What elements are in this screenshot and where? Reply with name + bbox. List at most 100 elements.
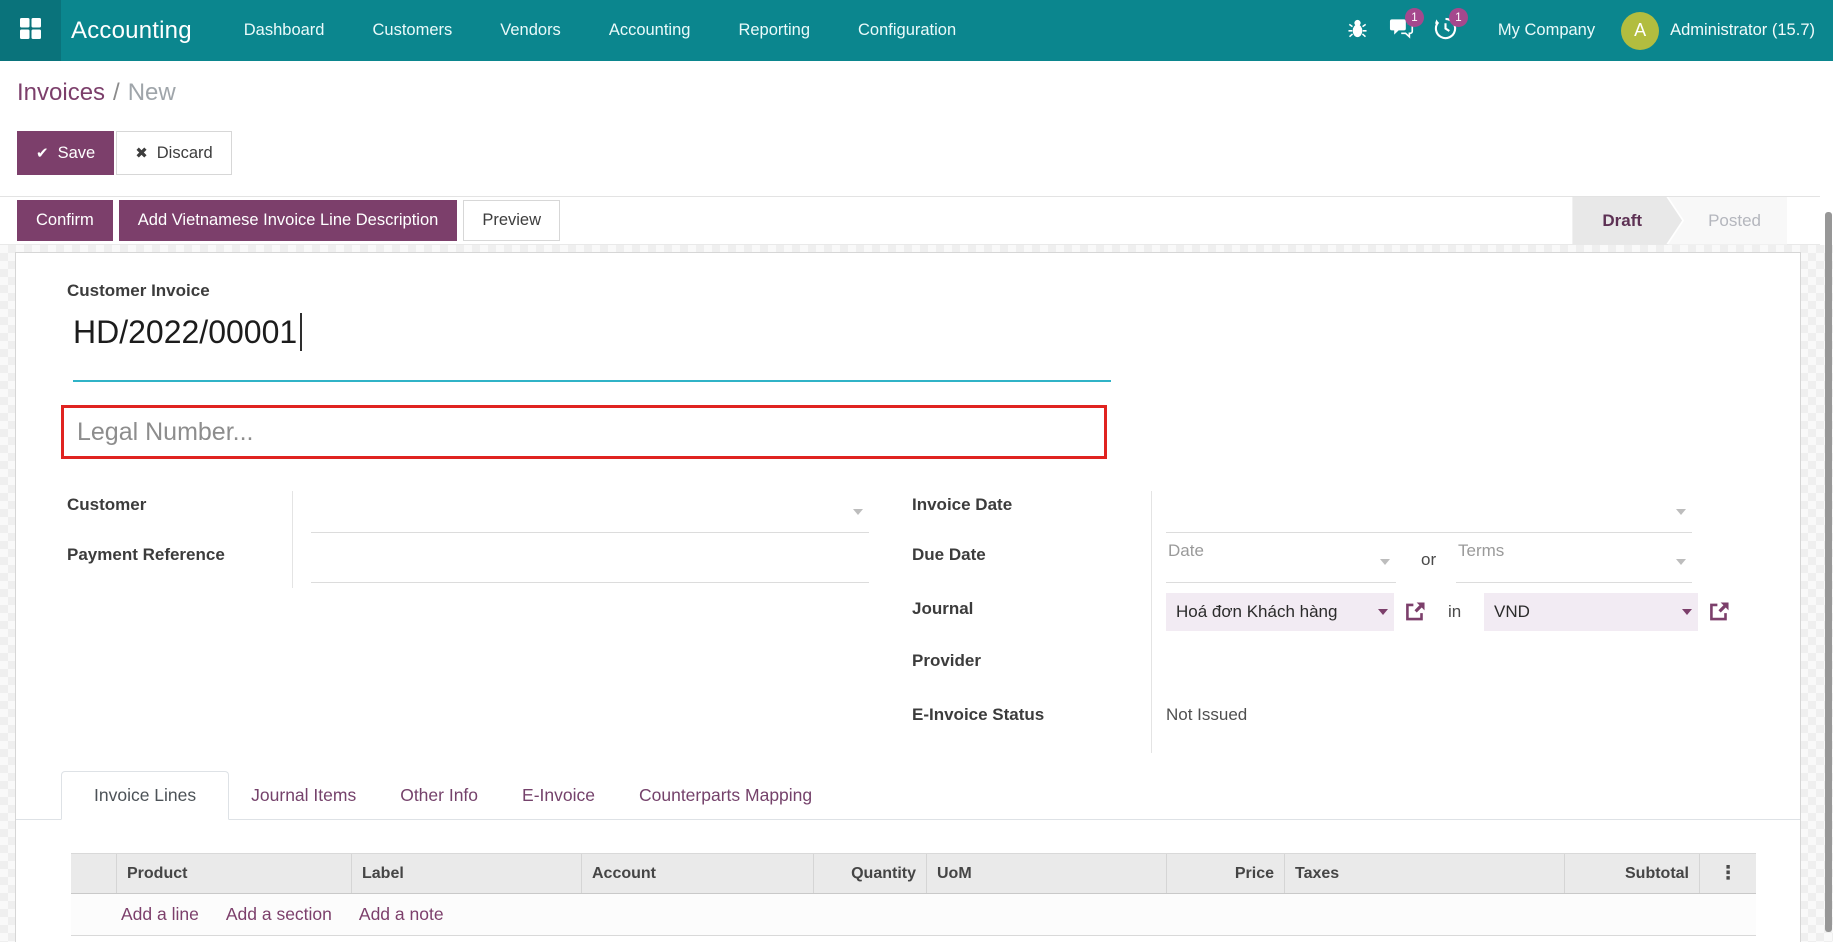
invoice-date-label: Invoice Date	[912, 495, 1012, 515]
column-header-price[interactable]: Price	[1166, 854, 1284, 893]
currency-external-link-icon[interactable]	[1706, 599, 1732, 625]
user-menu[interactable]: A Administrator (15.7)	[1621, 12, 1815, 50]
cross-icon: ✖	[135, 144, 148, 162]
journal-value: Hoá đơn Khách hàng	[1176, 602, 1337, 622]
activities-badge: 1	[1449, 8, 1468, 27]
column-header-subtotal[interactable]: Subtotal	[1564, 854, 1699, 893]
currency-selector[interactable]: VND	[1484, 593, 1698, 631]
save-button[interactable]: ✔ Save	[17, 131, 114, 175]
tab-counterparts-mapping[interactable]: Counterparts Mapping	[617, 771, 834, 820]
breadcrumb-invoices-link[interactable]: Invoices	[17, 79, 105, 106]
form-content-area: Customer Invoice HD/2022/00001 Legal Num…	[0, 245, 1833, 942]
activities-button[interactable]: 1	[1424, 0, 1468, 61]
journal-label: Journal	[912, 599, 973, 619]
customer-field[interactable]	[311, 491, 869, 533]
breadcrumb: Invoices / New	[17, 79, 176, 107]
vertical-scrollbar[interactable]	[1825, 212, 1832, 932]
main-menu: Dashboard Customers Vendors Accounting R…	[220, 0, 980, 61]
chevron-down-icon	[1682, 609, 1692, 615]
provider-label: Provider	[912, 651, 981, 671]
confirm-button[interactable]: Confirm	[17, 200, 113, 241]
chevron-down-icon	[1676, 559, 1686, 565]
notebook-tabs: Invoice Lines Journal Items Other Info E…	[16, 769, 1800, 820]
currency-value: VND	[1494, 602, 1530, 622]
breadcrumb-current: New	[128, 79, 176, 106]
statusbar-buttons: Confirm Add Vietnamese Invoice Line Desc…	[17, 200, 560, 241]
discard-button[interactable]: ✖ Discard	[116, 131, 232, 175]
tab-journal-items[interactable]: Journal Items	[229, 771, 378, 820]
text-cursor	[300, 313, 302, 351]
column-header-account[interactable]: Account	[581, 854, 813, 893]
control-panel: Invoices / New ✔ Save ✖ Discard	[0, 61, 1820, 196]
avatar: A	[1621, 12, 1659, 50]
navbar-systray: 1 1 My Company A Administrator (15.7)	[1336, 0, 1833, 61]
tab-e-invoice[interactable]: E-Invoice	[500, 771, 617, 820]
bug-icon	[1347, 18, 1368, 44]
stage-posted[interactable]: Posted	[1668, 197, 1787, 245]
due-date-terms-field[interactable]: Terms	[1456, 541, 1692, 583]
discard-button-label: Discard	[157, 144, 213, 163]
messages-button[interactable]: 1	[1380, 0, 1424, 61]
column-header-product[interactable]: Product	[116, 854, 351, 893]
invoice-number-input[interactable]: HD/2022/00001	[73, 313, 302, 351]
debug-bug-button[interactable]	[1336, 0, 1380, 61]
column-header-handle	[71, 854, 116, 893]
payment-reference-field[interactable]	[311, 541, 869, 583]
left-group-separator	[292, 491, 293, 588]
kebab-dots-icon: ⋮	[1719, 864, 1738, 883]
due-date-date-field[interactable]: Date	[1166, 541, 1396, 583]
focused-input-underline	[73, 380, 1111, 382]
terms-placeholder: Terms	[1456, 532, 1504, 560]
column-header-taxes[interactable]: Taxes	[1284, 854, 1564, 893]
journal-selector[interactable]: Hoá đơn Khách hàng	[1166, 593, 1394, 631]
add-a-note-link[interactable]: Add a note	[359, 904, 444, 925]
table-header-row: Product Label Account Quantity UoM Price…	[71, 853, 1756, 894]
preview-button[interactable]: Preview	[463, 200, 560, 241]
record-buttons: ✔ Save ✖ Discard	[17, 131, 232, 175]
messages-badge: 1	[1405, 8, 1424, 27]
add-a-line-link[interactable]: Add a line	[121, 904, 199, 925]
app-name[interactable]: Accounting	[71, 17, 192, 45]
company-switcher[interactable]: My Company	[1468, 21, 1621, 40]
invoice-form-sheet: Customer Invoice HD/2022/00001 Legal Num…	[15, 252, 1801, 942]
column-header-quantity[interactable]: Quantity	[813, 854, 926, 893]
apps-grid-icon	[17, 15, 44, 47]
legal-number-field-highlighted[interactable]: Legal Number...	[61, 405, 1107, 459]
invoice-lines-table: Product Label Account Quantity UoM Price…	[71, 853, 1756, 936]
tab-other-info[interactable]: Other Info	[378, 771, 500, 820]
breadcrumb-separator: /	[113, 79, 120, 106]
apps-menu-button[interactable]	[0, 0, 61, 61]
column-header-label[interactable]: Label	[351, 854, 581, 893]
stage-draft[interactable]: Draft	[1572, 197, 1682, 245]
column-header-uom[interactable]: UoM	[926, 854, 1166, 893]
or-text: or	[1421, 550, 1436, 570]
top-navbar: Accounting Dashboard Customers Vendors A…	[0, 0, 1833, 61]
menu-item-configuration[interactable]: Configuration	[834, 0, 980, 61]
menu-item-accounting[interactable]: Accounting	[585, 0, 715, 61]
einvoice-status-value: Not Issued	[1166, 705, 1247, 725]
optional-columns-toggle[interactable]: ⋮	[1699, 854, 1756, 893]
check-icon: ✔	[36, 144, 49, 162]
save-button-label: Save	[58, 144, 96, 163]
journal-external-link-icon[interactable]	[1402, 599, 1428, 625]
status-stage-widget: Draft Posted	[1572, 197, 1787, 245]
add-a-section-link[interactable]: Add a section	[226, 904, 332, 925]
in-text: in	[1448, 602, 1461, 622]
legal-number-placeholder: Legal Number...	[64, 418, 254, 447]
chevron-down-icon	[1378, 609, 1388, 615]
menu-item-reporting[interactable]: Reporting	[714, 0, 834, 61]
payment-reference-label: Payment Reference	[67, 545, 225, 565]
chevron-down-icon	[1380, 559, 1390, 565]
odoo-accounting-screen: Accounting Dashboard Customers Vendors A…	[0, 0, 1833, 942]
menu-item-dashboard[interactable]: Dashboard	[220, 0, 349, 61]
customer-label: Customer	[67, 495, 146, 515]
tab-invoice-lines[interactable]: Invoice Lines	[61, 771, 229, 820]
add-vietnamese-description-button[interactable]: Add Vietnamese Invoice Line Description	[119, 200, 458, 241]
document-type-label: Customer Invoice	[67, 281, 210, 301]
chevron-down-icon	[853, 509, 863, 515]
user-name: Administrator (15.7)	[1670, 21, 1815, 40]
menu-item-customers[interactable]: Customers	[348, 0, 476, 61]
menu-item-vendors[interactable]: Vendors	[476, 0, 585, 61]
right-group-separator	[1151, 491, 1152, 753]
invoice-date-field[interactable]	[1166, 491, 1692, 533]
